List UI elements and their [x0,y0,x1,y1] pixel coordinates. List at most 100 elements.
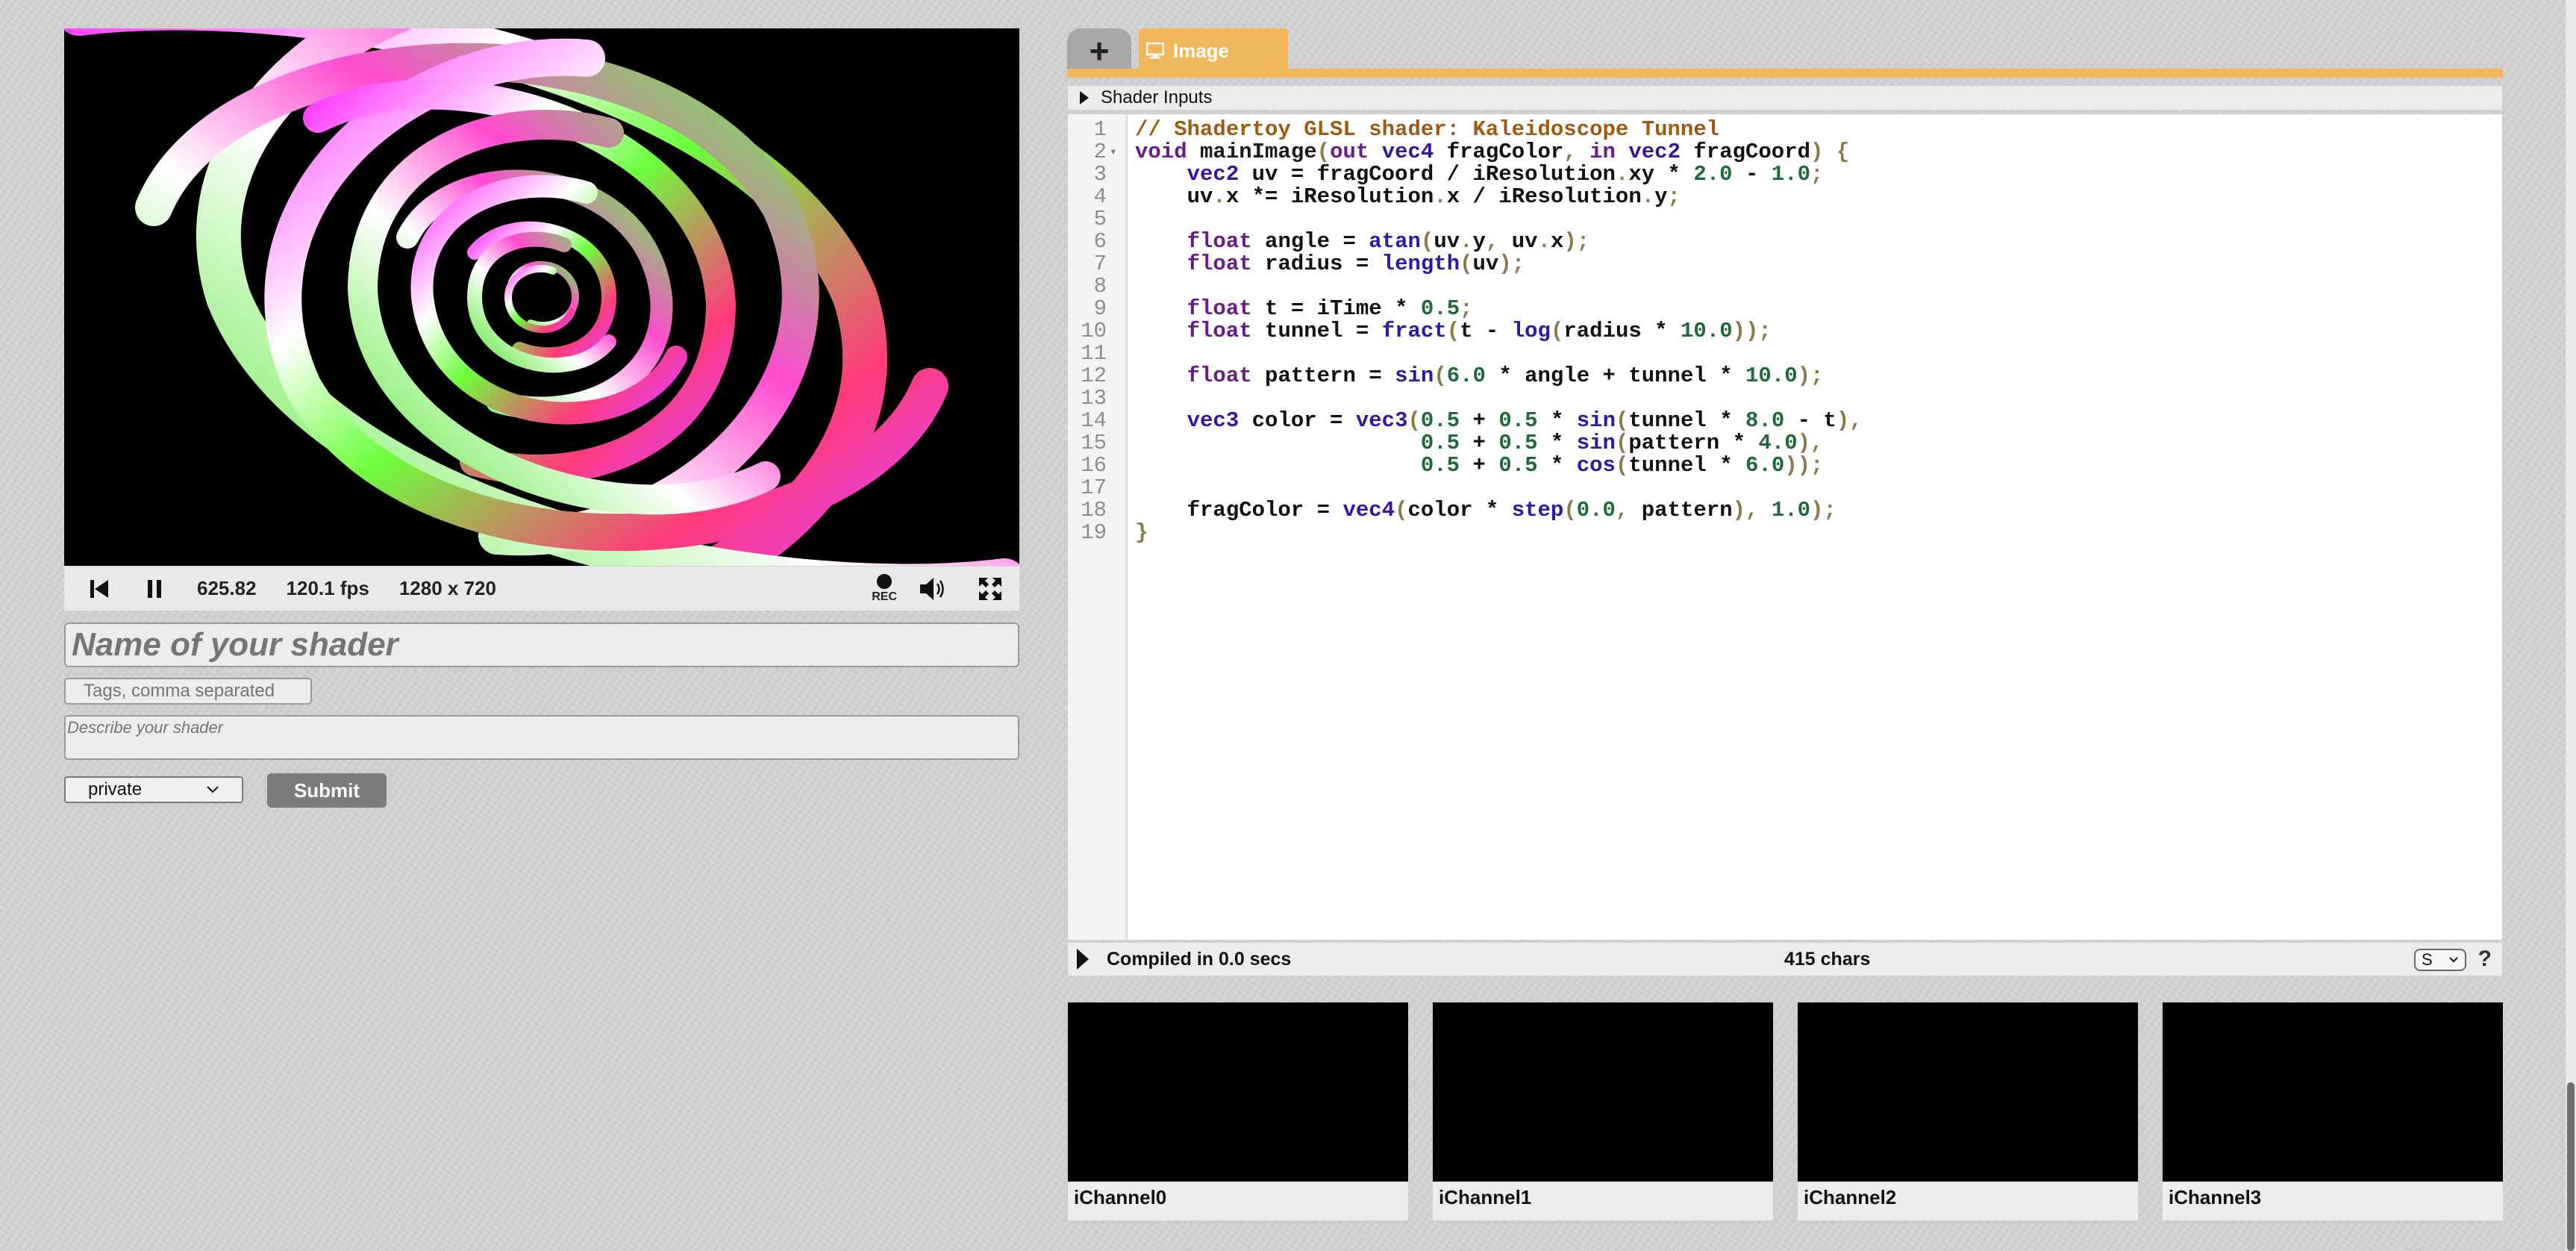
fullscreen-button[interactable] [970,569,1010,609]
channel-label: iChannel1 [1439,1186,1532,1208]
code-line[interactable]: 13 [1068,387,2502,410]
code-token: 10.0 [1681,319,1733,343]
code-token: 6.0 [1446,364,1486,388]
code-text: fragColor = vec4(color * step(0.0, patte… [1135,499,1836,522]
line-number: 18 [1081,498,1107,522]
code-token: 2.0 [1693,162,1733,187]
volume-button[interactable] [913,569,954,609]
code-line[interactable]: 9 float t = iTime * 0.5; [1068,298,2502,320]
code-text: uv.x *= iResolution.x / iResolution.y; [1135,186,1681,208]
code-line[interactable]: 19} [1068,522,2502,544]
code-token: t = iTime * [1265,296,1421,321]
code-text: vec2 uv = fragCoord / iResolution.xy * 2… [1135,162,1824,187]
line-number: 3 [1093,162,1107,187]
code-token: radius = [1265,252,1382,276]
code-line[interactable]: 2 ▾ void mainImage(out vec4 fragColor, in … [1068,141,2502,163]
code-token: 0.0 [1576,498,1616,522]
channel-slot-0[interactable]: iChannel0 [1067,1002,1409,1221]
record-button[interactable]: REC [872,574,897,603]
help-button[interactable]: ? [2478,946,2492,972]
channel-label: iChannel3 [2169,1186,2262,1208]
expand-arrow-icon [1080,91,1089,104]
code-text: float radius = length(uv); [1135,253,1525,275]
line-number: 2 [1093,140,1107,164]
code-token: ; [1810,162,1824,187]
code-token: length [1381,252,1460,276]
channel-preview[interactable] [1433,1002,1773,1182]
page-scrollbar[interactable] [2566,0,2576,1251]
code-line[interactable]: 17 [1068,477,2502,499]
code-line[interactable]: 11 [1068,343,2502,365]
code-token: * [1537,431,1577,455]
code-text: 0.5 + 0.5 * cos(tunnel * 6.0)); [1135,453,1824,478]
submit-button[interactable]: Submit [267,773,387,808]
line-number: 9 [1093,296,1107,321]
code-token: ), [1732,498,1772,522]
code-token: pattern * [1628,431,1759,455]
tab-image-label: Image [1173,39,1230,62]
code-token: ( [1550,319,1564,343]
code-token: - t [1784,408,1836,433]
compile-play-button[interactable] [1077,949,1089,970]
channel-slot-2[interactable]: iChannel2 [1797,1002,2139,1221]
fold-arrow-icon[interactable]: ▾ [1110,141,1117,163]
speaker-icon [920,577,944,600]
pause-button[interactable] [134,569,175,609]
code-token: 0.5 [1420,408,1460,433]
visibility-select[interactable]: private [64,776,243,803]
code-line[interactable]: 16 0.5 + 0.5 * cos(tunnel * 6.0)); [1068,455,2502,477]
code-token: float [1187,252,1266,276]
status-bar: Compiled in 0.0 secs 415 chars S ? [1067,942,2503,976]
code-token: sin [1395,364,1434,388]
shader-name-input[interactable] [64,623,1019,667]
code-line[interactable]: 12 float pattern = sin(6.0 * angle + tun… [1068,365,2502,387]
code-line[interactable]: 15 0.5 + 0.5 * sin(pattern * 4.0), [1068,432,2502,455]
shader-tags-input[interactable] [64,678,312,705]
code-line[interactable]: 3 vec2 uv = fragCoord / iResolution.xy *… [1068,163,2502,186]
code-line[interactable]: 18 fragColor = vec4(color * step(0.0, pa… [1068,499,2502,522]
code-line[interactable]: 1 // Shadertoy GLSL shader: Kaleidoscope … [1068,119,2502,141]
code-token: 10.0 [1745,364,1798,388]
rewind-button[interactable] [79,569,119,609]
code-token: , [1485,229,1512,254]
channel-preview[interactable] [2163,1002,2503,1182]
tab-image[interactable]: Image [1139,28,1288,73]
code-token: + [1460,408,1499,433]
line-number: 1 [1093,117,1107,142]
code-line[interactable]: 7 float radius = length(uv); [1068,253,2502,275]
code-text: // Shadertoy GLSL shader: Kaleidoscope T… [1135,119,1719,141]
line-number: 17 [1081,475,1107,500]
code-token: ) { [1810,140,1850,164]
code-token: log [1511,319,1551,343]
channel-preview[interactable] [1798,1002,2138,1182]
code-token: uv [1434,229,1460,254]
channel-preview[interactable] [1068,1002,1408,1182]
code-token: ( [1616,408,1629,433]
code-line[interactable]: 14 vec3 color = vec3(0.5 + 0.5 * sin(tun… [1068,410,2502,432]
code-line[interactable]: 5 [1068,208,2502,231]
code-token: 1.0 [1771,162,1810,187]
code-line[interactable]: 4 uv.x *= iResolution.x / iResolution.y; [1068,186,2502,208]
scrollbar-thumb[interactable] [2567,1082,2575,1251]
font-size-select[interactable]: S [2414,949,2466,971]
shader-inputs-toggle[interactable]: Shader Inputs [1067,85,2503,110]
code-token: uv = fragCoord / iResolution [1251,162,1616,187]
fullscreen-icon [979,577,1001,600]
visibility-value: private [88,779,143,799]
shader-preview-canvas[interactable] [64,28,1019,566]
channel-slot-1[interactable]: iChannel1 [1432,1002,1774,1221]
code-token: . [1537,229,1551,254]
code-editor[interactable]: 1 // Shadertoy GLSL shader: Kaleidoscope … [1067,113,2503,940]
code-token: float [1187,296,1266,321]
code-token: ); [1810,498,1836,522]
shader-description-input[interactable] [64,715,1019,760]
code-line[interactable]: 8 [1068,275,2502,298]
resolution-readout: 1280 x 720 [398,577,496,599]
code-token: in [1589,140,1629,164]
channel-slot-3[interactable]: iChannel3 [2162,1002,2504,1221]
add-tab-button[interactable]: + [1067,28,1131,73]
fps-readout: 120.1 fps [286,577,369,599]
code-line[interactable]: 6 float angle = atan(uv.y, uv.x); [1068,231,2502,253]
code-line[interactable]: 10 float tunnel = fract(t - log(radius *… [1068,320,2502,343]
